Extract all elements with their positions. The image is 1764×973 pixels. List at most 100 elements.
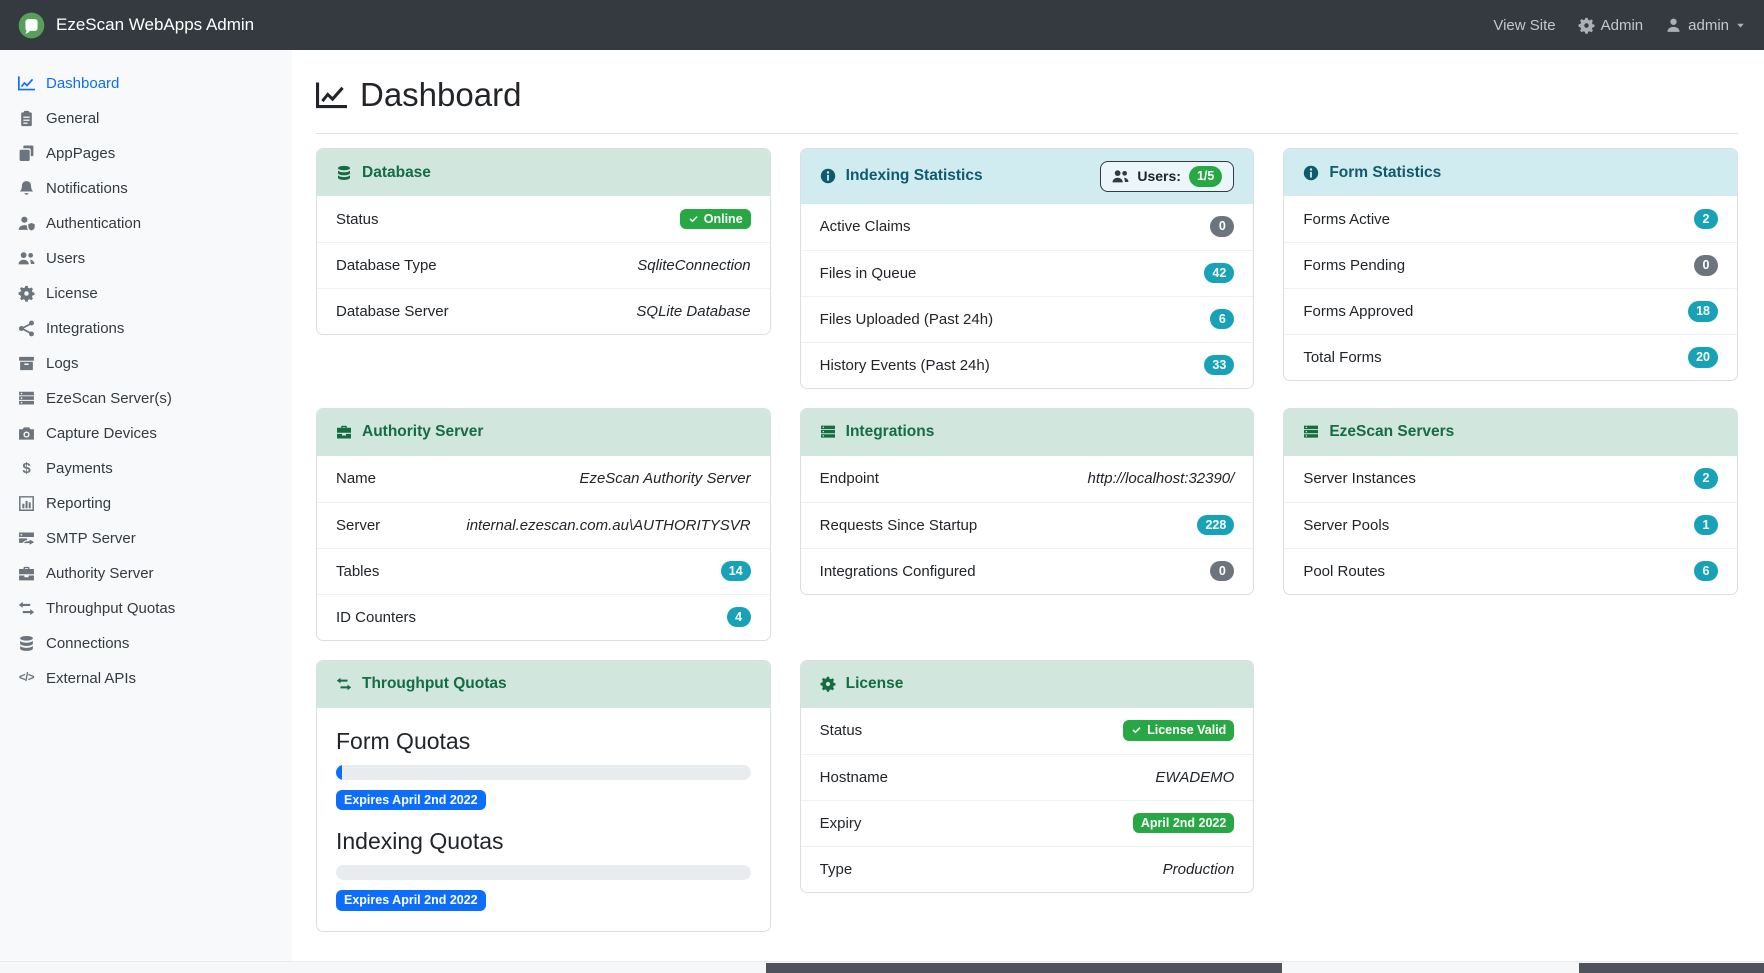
chart-bar-icon xyxy=(18,495,35,512)
license-card-header: License xyxy=(801,661,1254,708)
sidebar-item-throughput-quotas[interactable]: Throughput Quotas xyxy=(0,591,292,626)
horizontal-scrollbar xyxy=(0,961,1764,973)
authority-server-card: Authority Server Name EzeScan Authority … xyxy=(316,408,771,641)
user-menu[interactable]: admin xyxy=(1665,17,1746,34)
form-quotas-heading: Form Quotas xyxy=(336,728,751,755)
users-count-button[interactable]: Users: 1/5 xyxy=(1100,161,1234,192)
title-divider xyxy=(316,133,1738,134)
table-row: Database Server SQLite Database xyxy=(317,288,770,334)
clipboard-icon xyxy=(18,110,35,127)
indexing-statistics-card: Indexing Statistics Users: 1/5 Active Cl… xyxy=(800,148,1255,389)
license-card: License Status License Valid Hostname EW… xyxy=(800,660,1255,893)
table-row: Forms Pending 0 xyxy=(1284,242,1737,288)
expiry-date-badge: April 2nd 2022 xyxy=(1133,813,1234,834)
sidebar-item-capture-devices[interactable]: Capture Devices xyxy=(0,416,292,451)
table-row: Files in Queue 42 xyxy=(801,250,1254,296)
sidebar-item-connections[interactable]: Connections xyxy=(0,626,292,661)
table-row: Database Type SqliteConnection xyxy=(317,242,770,288)
form-statistics-card: Form Statistics Forms Active 2 Forms Pen… xyxy=(1283,148,1738,381)
briefcase-icon xyxy=(18,565,35,582)
sidebar-item-users[interactable]: Users xyxy=(0,241,292,276)
table-row: ID Counters 4 xyxy=(317,594,770,640)
form-quotas-progressbar xyxy=(336,765,751,780)
sidebar-item-label: EzeScan Server(s) xyxy=(46,390,172,407)
sidebar-item-label: Reporting xyxy=(46,495,111,512)
table-row: Requests Since Startup 228 xyxy=(801,502,1254,548)
sidebar-item-license[interactable]: License xyxy=(0,276,292,311)
scrollbar-thumb[interactable] xyxy=(766,963,1283,973)
count-badge: 0 xyxy=(1210,216,1234,237)
sidebar-item-smtp-server[interactable]: SMTP Server xyxy=(0,521,292,556)
gear-icon xyxy=(18,285,35,302)
status-badge: Online xyxy=(680,209,751,230)
sidebar-item-general[interactable]: General xyxy=(0,101,292,136)
sidebar-item-apppages[interactable]: AppPages xyxy=(0,136,292,171)
view-site-link[interactable]: View Site xyxy=(1493,17,1555,34)
camera-icon xyxy=(18,425,35,442)
integrations-card-header: Integrations xyxy=(801,409,1254,456)
sidebar-item-authority-server[interactable]: Authority Server xyxy=(0,556,292,591)
indexing-quotas-section: Indexing Quotas Expires April 2nd 2022 xyxy=(336,828,751,911)
table-row: Total Forms 20 xyxy=(1284,334,1737,380)
chevron-down-icon xyxy=(1735,20,1746,31)
table-row: Active Claims 0 xyxy=(801,204,1254,250)
count-badge: 228 xyxy=(1197,515,1234,536)
server-icon xyxy=(18,390,35,407)
sidebar-item-label: Connections xyxy=(46,635,129,652)
form-quotas-section: Form Quotas Expires April 2nd 2022 xyxy=(336,728,751,811)
sidebar-item-ezescan-servers[interactable]: EzeScan Server(s) xyxy=(0,381,292,416)
table-row: Pool Routes 6 xyxy=(1284,548,1737,594)
app-brand[interactable]: EzeScan WebApps Admin xyxy=(18,12,254,39)
main-content: Dashboard Database Status Online Databas… xyxy=(292,50,1764,973)
table-row: Expiry April 2nd 2022 xyxy=(801,800,1254,846)
sidebar-item-integrations[interactable]: Integrations xyxy=(0,311,292,346)
sidebar-item-payments[interactable]: $ Payments xyxy=(0,451,292,486)
database-card-header: Database xyxy=(317,149,770,196)
dollar-icon: $ xyxy=(18,460,35,477)
progress-fill xyxy=(336,765,342,780)
sidebar-item-label: SMTP Server xyxy=(46,530,136,547)
count-badge: 18 xyxy=(1688,301,1718,322)
count-badge: 2 xyxy=(1694,209,1718,230)
user-shield-icon xyxy=(18,215,35,232)
exchange-arrows-icon xyxy=(336,676,352,692)
sidebar-item-logs[interactable]: Logs xyxy=(0,346,292,381)
mail-server-icon xyxy=(18,530,35,547)
admin-link[interactable]: Admin xyxy=(1578,17,1644,34)
chart-line-icon xyxy=(316,80,347,111)
throughput-quotas-card-header: Throughput Quotas xyxy=(317,661,770,708)
sidebar-item-label: General xyxy=(46,110,99,127)
ezescan-servers-card: EzeScan Servers Server Instances 2 Serve… xyxy=(1283,408,1738,595)
sidebar-item-dashboard[interactable]: Dashboard xyxy=(0,66,292,101)
throughput-quotas-card: Throughput Quotas Form Quotas Expires Ap… xyxy=(316,660,771,932)
indexing-quotas-progressbar xyxy=(336,865,751,880)
table-row: Server internal.ezescan.com.au\AUTHORITY… xyxy=(317,502,770,548)
sidebar-item-label: Authentication xyxy=(46,215,141,232)
pages-icon xyxy=(18,145,35,162)
chart-line-icon xyxy=(18,75,35,92)
count-badge: 6 xyxy=(1210,309,1234,330)
sidebar-item-notifications[interactable]: Notifications xyxy=(0,171,292,206)
sidebar-item-authentication[interactable]: Authentication xyxy=(0,206,292,241)
table-row: Name EzeScan Authority Server xyxy=(317,456,770,502)
sidebar-item-reporting[interactable]: Reporting xyxy=(0,486,292,521)
authority-server-card-header: Authority Server xyxy=(317,409,770,456)
sidebar-item-label: AppPages xyxy=(46,145,115,162)
sidebar-item-label: Throughput Quotas xyxy=(46,600,175,617)
table-row: Tables 14 xyxy=(317,548,770,594)
count-badge: 1 xyxy=(1694,515,1718,536)
sidebar-item-label: Authority Server xyxy=(46,565,154,582)
navbar-links: View Site Admin admin xyxy=(1493,17,1746,34)
table-row: Endpoint http://localhost:32390/ xyxy=(801,456,1254,502)
exchange-arrows-icon xyxy=(18,600,35,617)
gear-icon xyxy=(1578,17,1595,34)
share-nodes-icon xyxy=(18,320,35,337)
server-icon xyxy=(820,424,836,440)
info-circle-icon xyxy=(820,168,836,184)
sidebar-item-label: Notifications xyxy=(46,180,128,197)
sidebar-item-external-apis[interactable]: </> External APIs xyxy=(0,661,292,696)
form-statistics-card-header: Form Statistics xyxy=(1284,149,1737,196)
table-row: Hostname EWADEMO xyxy=(801,754,1254,800)
users-count-badge: 1/5 xyxy=(1189,166,1222,187)
count-badge: 2 xyxy=(1694,468,1718,489)
